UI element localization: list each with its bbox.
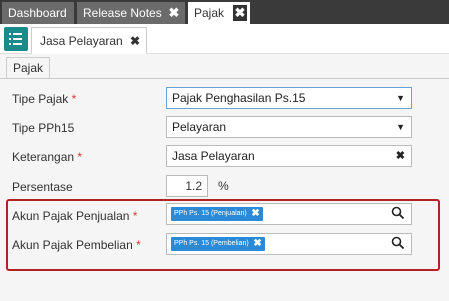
tab-dashboard[interactable]: Dashboard	[2, 2, 74, 24]
keterangan-label: Keterangan *	[12, 150, 82, 164]
percent-unit: %	[218, 179, 229, 193]
chip-label: PPh Ps. 15 (Penjualan)	[174, 210, 247, 217]
chevron-down-icon: ▼	[396, 122, 405, 132]
persentase-label: Persentase	[12, 180, 73, 194]
tab-release-notes-label: Release Notes	[83, 6, 162, 20]
top-tab-bar: Dashboard Release Notes ✖ Pajak ✖	[0, 0, 449, 24]
akun-penjualan-lookup[interactable]: PPh Ps. 15 (Penjualan) ✖	[166, 203, 412, 225]
tipe-pajak-select[interactable]: Pajak Penghasilan Ps.15 ▼	[166, 87, 412, 109]
tab-jasa-pelayaran[interactable]: Jasa Pelayaran ✖	[31, 27, 147, 54]
chevron-down-icon: ▼	[396, 93, 405, 103]
tab-pajak[interactable]: Pajak ✖	[188, 2, 250, 24]
required-marker: *	[136, 238, 141, 252]
list-menu-button[interactable]	[4, 27, 28, 51]
search-icon[interactable]	[391, 236, 405, 250]
tab-jasa-pelayaran-label: Jasa Pelayaran	[40, 34, 123, 48]
akun-penjualan-label-text: Akun Pajak Penjualan	[12, 209, 130, 223]
inner-tab-pajak[interactable]: Pajak	[6, 57, 50, 79]
inner-tab-pajak-label: Pajak	[13, 61, 44, 75]
akun-pembelian-label-text: Akun Pajak Pembelian	[12, 238, 133, 252]
required-marker: *	[71, 92, 77, 106]
sub-tab-bar: Jasa Pelayaran ✖	[0, 24, 449, 54]
chip-label: PPh Ps. 15 (Pembelian)	[174, 240, 249, 247]
close-icon[interactable]: ✖	[167, 2, 181, 24]
required-marker: *	[77, 150, 83, 164]
tag-chip: PPh Ps. 15 (Pembelian) ✖	[171, 237, 265, 251]
akun-pembelian-label: Akun Pajak Pembelian *	[12, 238, 141, 252]
keterangan-label-text: Keterangan	[12, 150, 75, 164]
tag-chip: PPh Ps. 15 (Penjualan) ✖	[171, 207, 263, 221]
tipe-pph15-value: Pelayaran	[172, 120, 227, 134]
divider	[0, 78, 449, 79]
persentase-label-text: Persentase	[12, 180, 73, 194]
tipe-pajak-value: Pajak Penghasilan Ps.15	[172, 91, 306, 105]
tipe-pph15-label: Tipe PPh15	[12, 121, 74, 135]
tab-pajak-label: Pajak	[194, 6, 225, 20]
akun-penjualan-label: Akun Pajak Penjualan *	[12, 209, 137, 223]
tipe-pajak-label: Tipe Pajak *	[12, 92, 76, 106]
tipe-pph15-select[interactable]: Pelayaran ▼	[166, 116, 412, 138]
required-marker: *	[132, 209, 138, 223]
keterangan-value: Jasa Pelayaran	[172, 149, 255, 163]
search-icon[interactable]	[391, 206, 405, 220]
tipe-pph15-label-text: Tipe PPh15	[12, 121, 75, 135]
close-icon[interactable]: ✖	[233, 5, 247, 21]
tab-dashboard-label: Dashboard	[8, 6, 67, 20]
close-icon[interactable]: ✖	[130, 28, 140, 54]
tipe-pajak-label-text: Tipe Pajak	[12, 92, 69, 106]
clear-icon[interactable]: ✖	[396, 146, 405, 166]
keterangan-input[interactable]: Jasa Pelayaran ✖	[166, 145, 412, 167]
akun-pembelian-lookup[interactable]: PPh Ps. 15 (Pembelian) ✖	[166, 233, 412, 255]
persentase-input[interactable]: 1.2	[166, 175, 208, 197]
remove-icon[interactable]: ✖	[253, 237, 261, 251]
tab-release-notes[interactable]: Release Notes ✖	[77, 2, 185, 24]
remove-icon[interactable]: ✖	[251, 207, 259, 221]
